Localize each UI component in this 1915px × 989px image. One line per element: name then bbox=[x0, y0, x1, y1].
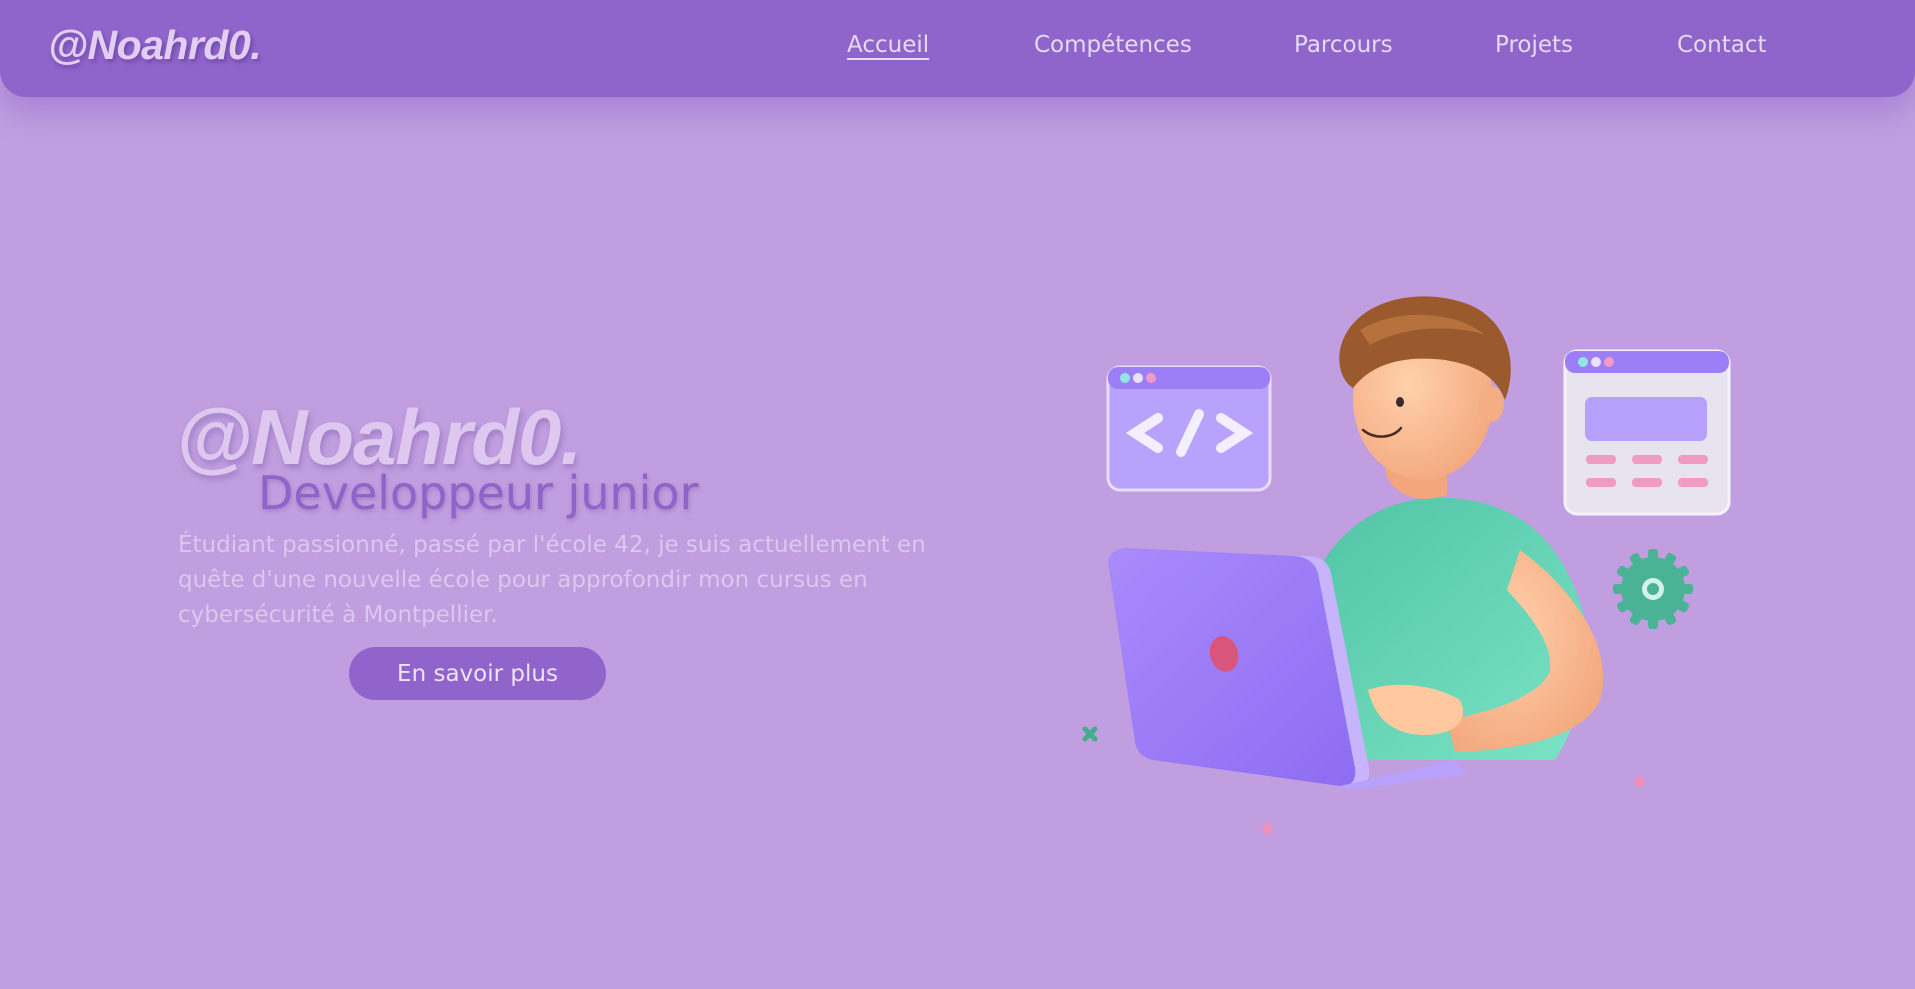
gear-icon bbox=[1613, 549, 1693, 629]
code-window-icon bbox=[1106, 365, 1272, 492]
ui-window-icon bbox=[1563, 349, 1731, 516]
hero-role: Developpeur junior bbox=[258, 466, 699, 520]
decor-dot bbox=[1262, 824, 1272, 834]
nav-link-competences[interactable]: Compétences bbox=[1034, 32, 1192, 58]
hero-description: Étudiant passionné, passé par l'école 42… bbox=[178, 532, 926, 628]
learn-more-button[interactable]: En savoir plus bbox=[349, 647, 606, 700]
nav-link-parcours[interactable]: Parcours bbox=[1294, 32, 1393, 58]
nav-link-projets[interactable]: Projets bbox=[1495, 32, 1573, 58]
nav-link-contact[interactable]: Contact bbox=[1677, 32, 1766, 58]
sparkle-icon bbox=[1082, 726, 1098, 742]
nav-link-accueil[interactable]: Accueil bbox=[847, 32, 929, 58]
site-header: @Noahrd0. Accueil Compétences Parcours P… bbox=[0, 0, 1915, 97]
main-nav: Accueil Compétences Parcours Projets Con… bbox=[0, 32, 1915, 66]
decor-dot bbox=[1634, 777, 1644, 787]
developer-illustration bbox=[1075, 290, 1755, 850]
